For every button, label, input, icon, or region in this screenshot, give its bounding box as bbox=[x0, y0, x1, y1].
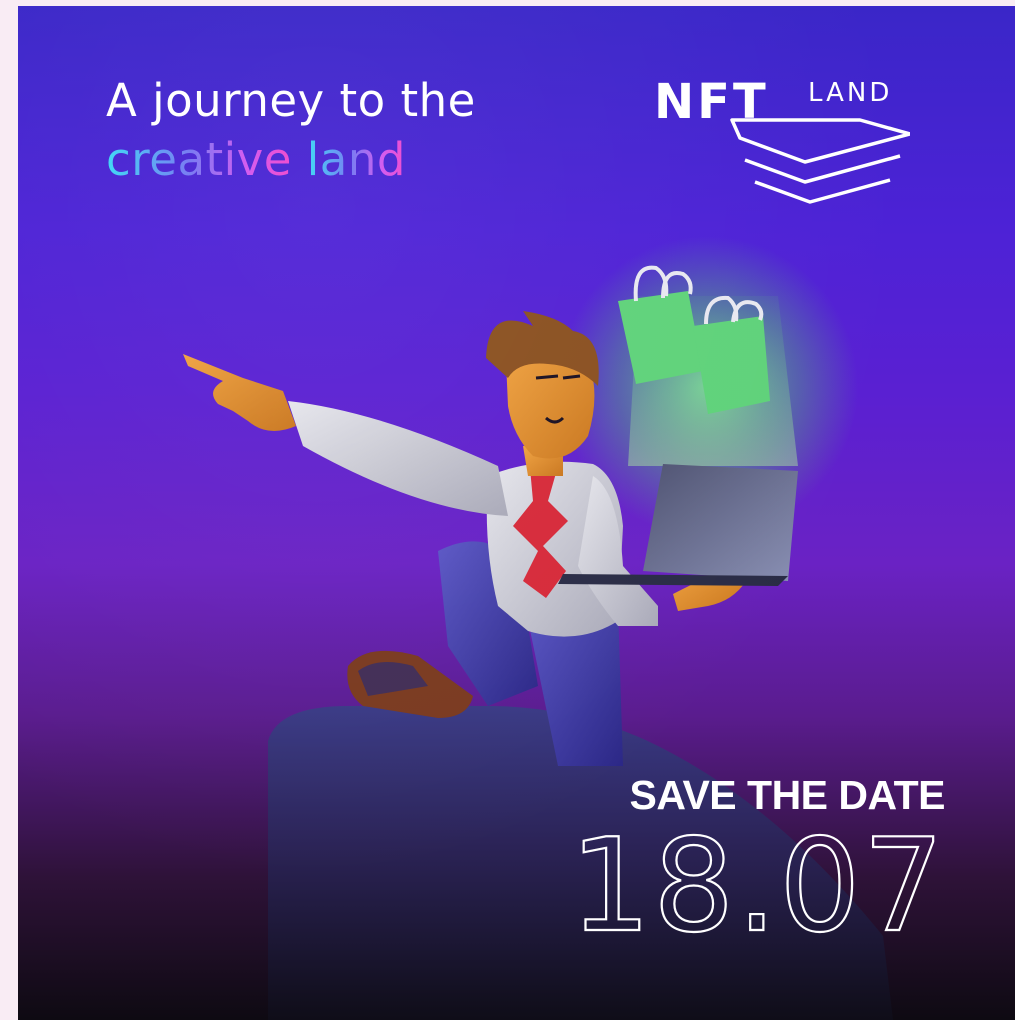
headline-word-creative: creative bbox=[106, 132, 292, 186]
headline-word-land: land bbox=[306, 132, 406, 186]
event-poster: A journey to the creative land NFT LAND … bbox=[18, 6, 1015, 1020]
headline-line1: A journey to the bbox=[106, 74, 476, 127]
headline: A journey to the creative land bbox=[106, 72, 476, 189]
headline-line2: creative land bbox=[106, 131, 476, 190]
logo-land-text: LAND bbox=[808, 78, 893, 108]
save-the-date-label: SAVE THE DATE bbox=[629, 772, 946, 818]
event-date: 18.07 bbox=[578, 818, 946, 944]
event-date-text: 18.07 bbox=[578, 818, 946, 944]
nft-land-logo: NFT LAND bbox=[650, 70, 950, 205]
stacked-layers-icon bbox=[730, 118, 910, 204]
